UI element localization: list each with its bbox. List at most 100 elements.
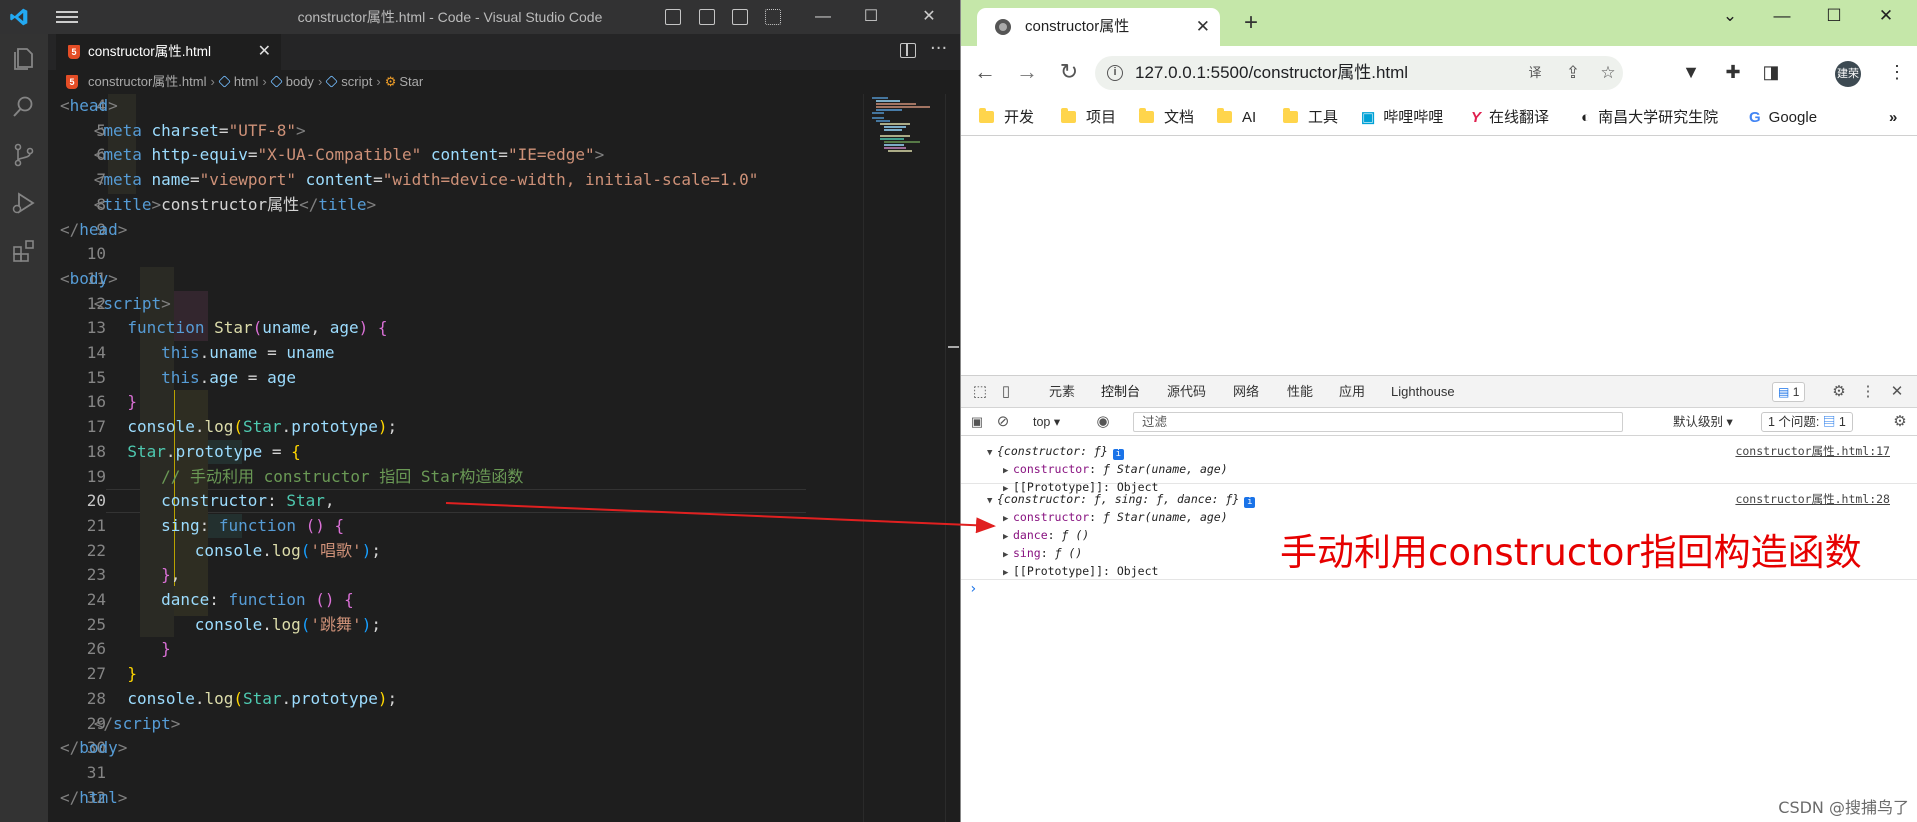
tab-application[interactable]: 应用 [1339, 376, 1365, 408]
page-content [961, 137, 1917, 375]
tab-elements[interactable]: 元素 [1049, 376, 1075, 408]
maximize-icon[interactable]: ☐ [848, 0, 894, 34]
run-debug-icon[interactable] [11, 190, 37, 216]
source-link[interactable]: constructor属性.html:17 [1735, 442, 1890, 460]
tab-sources[interactable]: 源代码 [1167, 376, 1206, 408]
customize-layout-icon[interactable] [765, 9, 781, 25]
annotation-text: 手动利用constructor指回构造函数 [1280, 531, 1862, 574]
chrome-menu-icon[interactable]: ⋮ [1883, 58, 1911, 86]
extension-v-icon[interactable]: ▼ [1677, 58, 1705, 86]
site-info-icon[interactable]: i [1107, 65, 1123, 81]
code-line: console.log('跳舞'); [194, 614, 381, 634]
code-line: <meta name="viewport" content="width=dev… [93, 170, 759, 190]
source-link[interactable]: constructor属性.html:28 [1735, 490, 1890, 508]
new-tab-icon[interactable]: + [1244, 8, 1258, 38]
live-expression-eye-icon[interactable]: ◉ [1093, 408, 1113, 436]
minimap[interactable] [863, 94, 945, 822]
close-icon[interactable]: ✕ [1871, 6, 1901, 26]
code-line: constructor: Star, [161, 491, 335, 511]
minimize-icon[interactable]: — [1767, 6, 1797, 26]
devtools-tab-bar: ⬚ ▯ 元素 控制台 源代码 网络 性能 应用 Lighthouse ▤ 1 ⚙… [961, 376, 1917, 410]
code-line: <head> [60, 96, 118, 115]
code-line: console.log(Star.prototype); [127, 417, 398, 437]
profile-avatar[interactable]: 建荣 [1835, 61, 1861, 87]
toggle-primary-sidebar-icon[interactable] [665, 9, 681, 25]
inspect-element-icon[interactable]: ⬚ [970, 376, 990, 408]
breadcrumb-file[interactable]: constructor属性.html [88, 74, 206, 89]
element-icon [325, 75, 339, 88]
bookmark-folder[interactable]: 文档 [1139, 100, 1194, 136]
toggle-panel-icon[interactable] [699, 9, 715, 25]
reload-icon[interactable]: ↻ [1053, 56, 1085, 88]
tab-performance[interactable]: 性能 [1287, 376, 1313, 408]
bookmark-label: 在线翻译 [1489, 109, 1550, 126]
clear-console-icon[interactable]: ⊘ [993, 408, 1013, 436]
split-editor-icon[interactable] [900, 43, 916, 58]
log-level-select[interactable]: 默认级别 ▾ [1673, 412, 1733, 432]
translate-icon[interactable]: 译 [1525, 64, 1545, 82]
bookmarks-overflow[interactable]: » [1889, 100, 1897, 136]
close-devtools-icon[interactable]: ✕ [1887, 376, 1907, 408]
editor-tab[interactable]: 5 constructor属性.html ✕ [56, 34, 281, 70]
breadcrumb-star[interactable]: Star [399, 74, 423, 89]
maximize-icon[interactable]: ☐ [1819, 6, 1849, 26]
breadcrumb-html[interactable]: html [234, 74, 259, 89]
object-summary[interactable]: ▼ {constructor: ƒ, sing: ƒ, dance: ƒ} i co… [961, 490, 1917, 508]
tab-close-icon[interactable]: ✕ [258, 34, 271, 70]
bookmark-label: Google [1768, 109, 1818, 126]
issues-counter[interactable]: 1 个问题: ▤ 1 [1761, 412, 1853, 432]
hamburger-menu-icon[interactable] [56, 8, 78, 26]
back-icon[interactable]: ← [969, 56, 1001, 88]
object-summary[interactable]: ▼ {constructor: ƒ} i constructor属性.html:17 [961, 442, 1917, 460]
breadcrumb-body[interactable]: body [286, 74, 314, 89]
explorer-icon[interactable] [11, 46, 37, 72]
bookmark-bilibili[interactable]: ▣ 哔哩哔哩 [1361, 100, 1443, 136]
issues-badge[interactable]: ▤ 1 [1772, 382, 1806, 402]
tab-search-chevron-icon[interactable]: ⌄ [1715, 6, 1745, 26]
bookmark-folder[interactable]: 项目 [1061, 100, 1116, 136]
bookmark-google[interactable]: G Google [1749, 100, 1817, 136]
object-property[interactable]: ▶ constructor: ƒ Star(uname, age) [961, 460, 1917, 478]
bookmark-star-icon[interactable]: ☆ [1598, 64, 1618, 82]
line-number: 22 [86, 540, 106, 560]
tab-network[interactable]: 网络 [1233, 376, 1259, 408]
tab-console[interactable]: 控制台 [1101, 376, 1141, 410]
forward-icon[interactable]: → [1011, 56, 1043, 88]
context-select[interactable]: top ▾ [1033, 412, 1060, 432]
console-prompt[interactable]: › [961, 580, 1917, 598]
more-actions-icon[interactable]: ··· [930, 38, 947, 59]
console-toolbar: ▣ ⊘ top ▾ ◉ 过滤 默认级别 ▾ 1 个问题: ▤ 1 ⚙ [961, 408, 1917, 436]
close-icon[interactable]: ✕ [906, 0, 952, 34]
browser-tab[interactable]: constructor属性 ✕ [977, 8, 1220, 46]
search-icon[interactable] [11, 94, 37, 120]
code-editor[interactable]: 4 5 6 7 8 9 10 11 12 13 14 15 16 17 18 19 20 21 22 23 24 25 26… [48, 94, 863, 822]
code-line: </body> [60, 738, 128, 758]
more-options-icon[interactable]: ⋮ [1858, 376, 1878, 408]
address-bar[interactable]: i 127.0.0.1:5500/constructor属性.html 译 ⇪ … [1095, 56, 1623, 90]
breadcrumb-script[interactable]: script [341, 74, 372, 89]
minimize-icon[interactable]: — [800, 0, 846, 34]
extensions-puzzle-icon[interactable]: ✚ [1719, 58, 1747, 86]
bookmark-folder[interactable]: AI [1217, 100, 1256, 136]
code-line: function Star(uname, age) { [127, 318, 388, 338]
toggle-secondary-sidebar-icon[interactable] [732, 9, 748, 25]
device-toolbar-icon[interactable]: ▯ [996, 376, 1016, 408]
bookmark-translate[interactable]: Y 在线翻译 [1471, 100, 1549, 136]
tab-lighthouse[interactable]: Lighthouse [1391, 376, 1455, 408]
editor-scrollbar[interactable] [945, 94, 960, 822]
share-icon[interactable]: ⇪ [1563, 64, 1583, 82]
element-icon [270, 75, 283, 88]
filter-input[interactable]: 过滤 [1133, 412, 1623, 432]
extensions-icon[interactable] [11, 238, 37, 264]
settings-gear-icon[interactable]: ⚙ [1829, 376, 1849, 408]
line-number: 10 [86, 244, 106, 264]
console-settings-icon[interactable]: ⚙ [1890, 408, 1910, 436]
sidebar-toggle-icon[interactable]: ▣ [967, 408, 987, 436]
bookmark-ncu[interactable]: ◐ 南昌大学研究生院 [1581, 100, 1718, 136]
source-control-icon[interactable] [11, 142, 37, 168]
bookmark-folder[interactable]: 工具 [1283, 100, 1338, 136]
bookmark-folder[interactable]: 开发 [979, 100, 1034, 136]
tab-close-icon[interactable]: ✕ [1196, 8, 1210, 46]
side-panel-icon[interactable]: ◨ [1757, 58, 1785, 86]
url-text: 127.0.0.1:5500/constructor属性.html [1135, 63, 1409, 82]
